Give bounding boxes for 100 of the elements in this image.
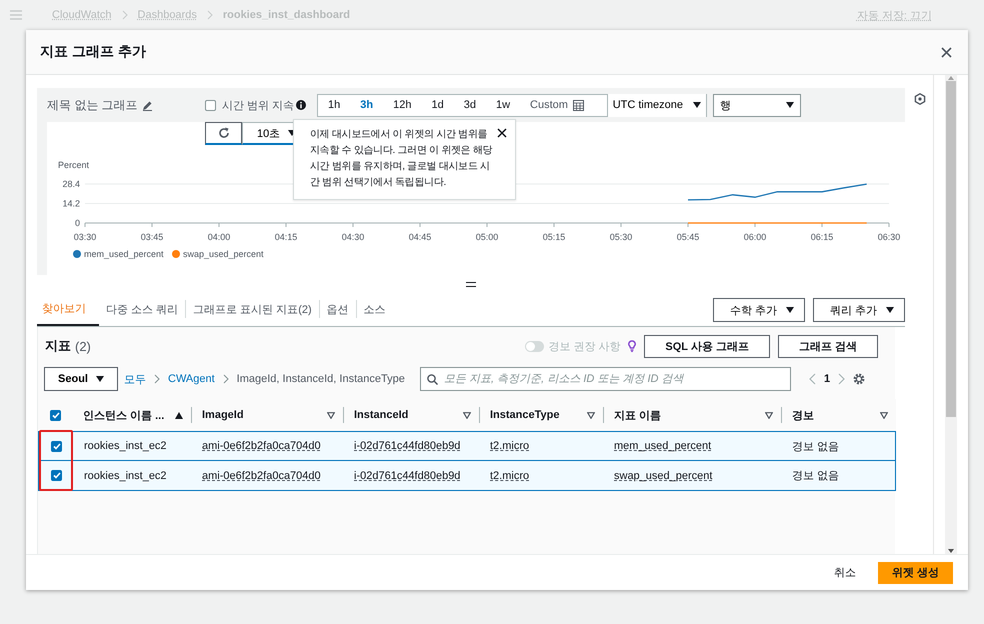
sort-ascending-icon[interactable] xyxy=(175,412,183,418)
close-icon xyxy=(497,128,507,138)
tick-label: 06:15 xyxy=(810,232,834,242)
caret-icon xyxy=(786,102,794,108)
scrollbar[interactable] xyxy=(945,75,957,554)
search-icon xyxy=(427,374,438,385)
table-cell: rookies_inst_ec2 xyxy=(84,470,167,482)
time-range-option[interactable]: 1h xyxy=(318,94,350,116)
tick-label: 04:15 xyxy=(274,232,298,242)
tick-label: 04:30 xyxy=(342,232,364,242)
add-query-button[interactable]: 쿼리 추가 xyxy=(812,298,905,322)
search-field[interactable]: 모든 지표, 측정기준, 리소스 ID 또는 계정 ID 검색 xyxy=(420,367,791,391)
scroll-down-icon[interactable] xyxy=(947,548,955,554)
column-header[interactable]: 인스턴스 이름 ... xyxy=(83,408,164,422)
close-icon[interactable] xyxy=(941,46,952,58)
column-header[interactable]: InstanceId xyxy=(354,409,408,421)
sort-icon[interactable] xyxy=(880,412,888,418)
column-header[interactable]: 경보 xyxy=(792,408,814,422)
time-range-option[interactable]: 3d xyxy=(454,94,486,116)
table-row[interactable]: rookies_inst_ec2 ami-0e6f2b2fa0ca704d0 i-02d761c44fd80eb9d t2.micro mem_used_percent 경보 없음 xyxy=(38,431,896,461)
graph-type-dropdown[interactable]: 행 xyxy=(713,94,801,116)
table-cell: 경보 없음 xyxy=(792,470,840,482)
tab[interactable]: 소스 xyxy=(356,300,393,318)
table-cell: 경보 없음 xyxy=(792,440,840,452)
column-header[interactable]: 지표 이름 xyxy=(614,408,662,422)
tick-label: 03:30 xyxy=(74,232,96,242)
close-button[interactable] xyxy=(497,128,507,138)
sql-graph-button[interactable]: SQL 사용 그래프 xyxy=(644,334,770,358)
sort-icon[interactable] xyxy=(765,412,773,418)
table-cell: swap_used_percent xyxy=(614,470,712,482)
hexagon-icon[interactable] xyxy=(914,93,926,105)
table-cell: ami-0e6f2b2fa0ca704d0 xyxy=(202,470,321,482)
tab[interactable]: 그래프로 표시된 지표(2) xyxy=(186,300,320,318)
checkbox[interactable] xyxy=(51,470,62,481)
chevron-icon xyxy=(154,374,160,384)
table-cell: rookies_inst_ec2 xyxy=(84,440,167,452)
tab[interactable]: 옵션 xyxy=(320,300,357,318)
table-cell: i-02d761c44fd80eb9d xyxy=(354,470,460,482)
toggle-label: 경보 권장 사항 xyxy=(548,340,620,354)
time-range-option[interactable]: 1d xyxy=(421,94,454,116)
legend-label: swap_used_percent xyxy=(183,249,264,259)
tick-label: 04:00 xyxy=(208,232,230,242)
dialog-title: 지표 그래프 추가 xyxy=(40,43,146,61)
tick-label: 06:30 xyxy=(878,232,900,242)
tab[interactable]: 다중 소스 쿼리 xyxy=(99,300,186,318)
calendar-icon xyxy=(572,100,584,110)
table-row[interactable]: rookies_inst_ec2 ami-0e6f2b2fa0ca704d0 i-02d761c44fd80eb9d t2.micro swap_used_percent 경보 없음 xyxy=(38,461,896,491)
tick-label: 05:30 xyxy=(610,232,632,242)
refresh-icon xyxy=(218,127,230,139)
caret-icon xyxy=(96,376,104,382)
breadcrumb-current: rookies_inst_dashboard xyxy=(222,9,350,21)
page-number[interactable]: 1 xyxy=(824,373,830,385)
toggle-switch[interactable] xyxy=(525,340,544,352)
drag-handle-icon[interactable] xyxy=(466,282,476,286)
refresh-button[interactable] xyxy=(205,122,242,145)
chevron-icon xyxy=(122,10,128,20)
lightbulb-icon xyxy=(628,340,636,352)
checkbox-label: 시간 범위 지속 xyxy=(222,98,294,112)
breadcrumb-current: ImageId, InstanceId, InstanceType xyxy=(236,373,405,385)
region-dropdown[interactable]: Seoul xyxy=(44,367,118,391)
checkbox[interactable] xyxy=(51,440,62,452)
add-math-button[interactable]: 수학 추가 xyxy=(712,298,805,322)
sort-icon[interactable] xyxy=(587,412,595,418)
graph-title: 제목 없는 그래프 xyxy=(47,96,138,114)
tick-label: 0 xyxy=(74,218,80,228)
checkbox[interactable] xyxy=(205,100,216,110)
info-icon[interactable] xyxy=(296,100,306,110)
cancel-button[interactable]: 취소 xyxy=(834,565,856,580)
graph-search-button[interactable]: 그래프 검색 xyxy=(778,334,878,358)
tick-label: 04:45 xyxy=(408,232,432,242)
caret-icon xyxy=(693,102,701,108)
legend-label: mem_used_percent xyxy=(84,249,164,259)
tick-label: 05:00 xyxy=(476,232,498,242)
timezone-dropdown[interactable]: UTC timezone xyxy=(606,94,706,116)
table-cell: t2.micro xyxy=(490,440,530,452)
table-cell: mem_used_percent xyxy=(614,440,712,452)
breadcrumb-link[interactable]: CWAgent xyxy=(168,373,215,385)
item-count: (2) xyxy=(75,338,91,354)
checkbox[interactable] xyxy=(50,410,61,420)
pencil-icon[interactable] xyxy=(142,100,153,110)
time-range-option[interactable]: 12h xyxy=(383,94,422,116)
breadcrumb-link[interactable]: 모두 xyxy=(124,372,146,386)
tick-label: 05:45 xyxy=(676,232,700,242)
axis-label: Percent xyxy=(58,160,90,170)
table-cell: t2.micro xyxy=(490,470,530,482)
tick-label: 05:15 xyxy=(542,232,566,242)
create-widget-button[interactable]: 위젯 생성 xyxy=(878,562,953,584)
column-header[interactable]: InstanceType xyxy=(490,409,560,421)
time-range-option[interactable]: 1w xyxy=(486,94,520,116)
settings-icon[interactable] xyxy=(853,373,866,385)
time-range-option[interactable]: 3h xyxy=(350,94,384,116)
tooltip-text: 이제 대시보드에서 이 위젯의 시간 범위를 지속할 수 있습니다. 그러면 이 위젯은 해당 시간 범위를 유지하며, 글로벌 대시보드 시간 범위 선택기에서 독립됩니다. xyxy=(310,128,494,190)
tick-label: 06:00 xyxy=(744,232,766,242)
column-header[interactable]: ImageId xyxy=(202,409,244,421)
sort-icon[interactable] xyxy=(327,412,335,418)
caret-icon xyxy=(786,307,794,313)
panel-title: 지표 xyxy=(45,337,71,355)
time-range-option[interactable]: Custom xyxy=(520,94,594,116)
sort-icon[interactable] xyxy=(463,412,471,418)
table-cell: i-02d761c44fd80eb9d xyxy=(354,440,460,452)
